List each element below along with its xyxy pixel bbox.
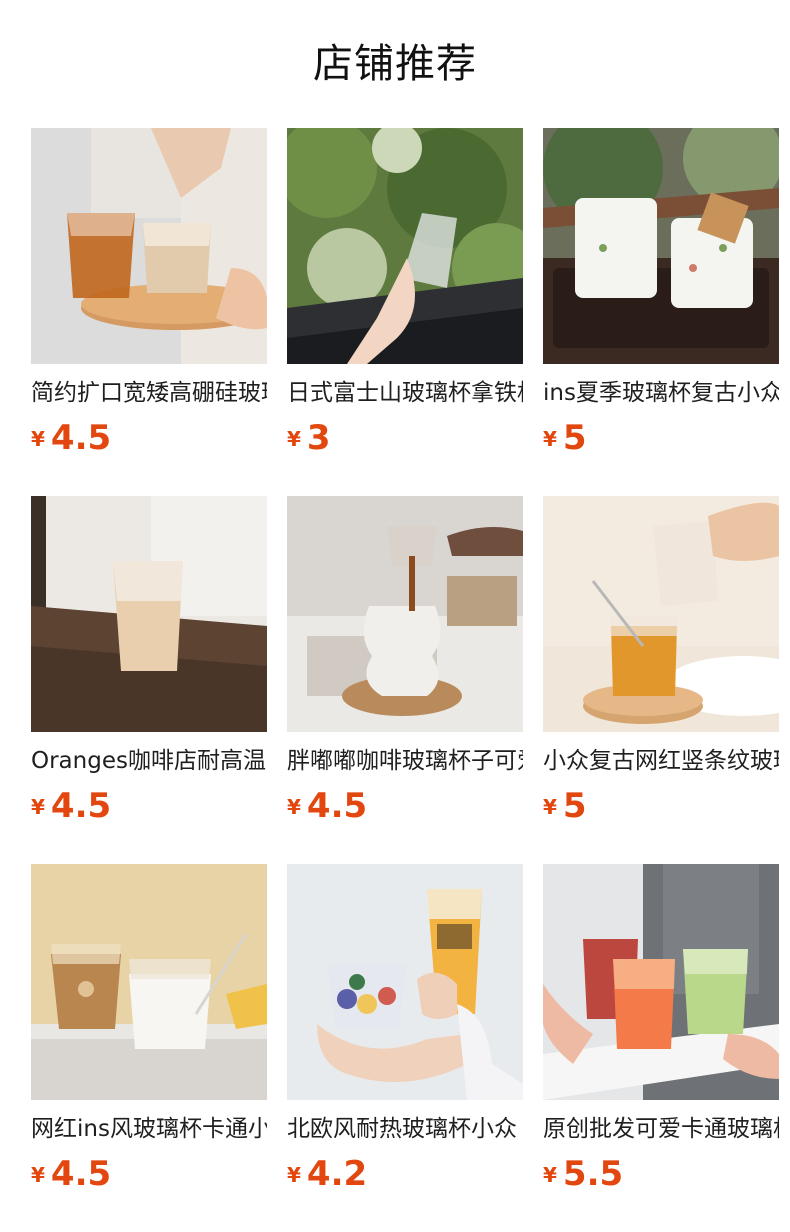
product-name: 简约扩口宽矮高硼硅玻璃杯 <box>31 380 267 406</box>
product-name: ins夏季玻璃杯复古小众 <box>543 380 779 406</box>
product-name: 原创批发可爱卡通玻璃杯 <box>543 1116 779 1142</box>
product-card[interactable]: 原创批发可爱卡通玻璃杯 ¥5.5 <box>543 864 779 1232</box>
page-title: 店铺推荐 <box>313 41 477 87</box>
price-amount: 4.5 <box>50 418 112 458</box>
currency-symbol: ¥ <box>287 427 301 451</box>
product-name: 小众复古网红竖条纹玻璃杯 <box>543 748 779 774</box>
price-amount: 4.5 <box>50 1154 112 1194</box>
product-card[interactable]: 网红ins风玻璃杯卡通小熊 ¥4.5 <box>31 864 267 1232</box>
product-card[interactable]: 简约扩口宽矮高硼硅玻璃杯 ¥4.5 <box>31 128 267 496</box>
product-image[interactable] <box>543 496 779 732</box>
currency-symbol: ¥ <box>31 427 45 451</box>
price-amount: 5 <box>562 786 587 826</box>
product-card[interactable]: Oranges咖啡店耐高温玻璃杯 ¥4.5 <box>31 496 267 864</box>
product-grid: 简约扩口宽矮高硼硅玻璃杯 ¥4.5 <box>31 128 779 1232</box>
product-price: ¥5.5 <box>543 1154 779 1194</box>
product-price: ¥3 <box>287 418 523 458</box>
product-price: ¥4.5 <box>31 418 267 458</box>
product-price: ¥4.2 <box>287 1154 523 1194</box>
product-card[interactable]: 胖嘟嘟咖啡玻璃杯子可爱 ¥4.5 <box>287 496 523 864</box>
product-image[interactable] <box>543 128 779 364</box>
product-image[interactable] <box>287 864 523 1100</box>
currency-symbol: ¥ <box>31 795 45 819</box>
product-name: 胖嘟嘟咖啡玻璃杯子可爱 <box>287 748 523 774</box>
price-amount: 4.2 <box>306 1154 368 1194</box>
product-name: Oranges咖啡店耐高温玻璃杯 <box>31 748 267 774</box>
price-amount: 5 <box>562 418 587 458</box>
product-card[interactable]: 小众复古网红竖条纹玻璃杯 ¥5 <box>543 496 779 864</box>
shop-recommendations-page: 店铺推荐 简约扩口宽矮高硼硅玻璃杯 <box>0 0 790 1232</box>
product-name: 北欧风耐热玻璃杯小众 <box>287 1116 517 1142</box>
currency-symbol: ¥ <box>543 795 557 819</box>
price-amount: 4.5 <box>50 786 112 826</box>
currency-symbol: ¥ <box>287 1163 301 1187</box>
product-card[interactable]: ins夏季玻璃杯复古小众 ¥5 <box>543 128 779 496</box>
product-image[interactable] <box>31 496 267 732</box>
currency-symbol: ¥ <box>287 795 301 819</box>
product-image[interactable] <box>287 496 523 732</box>
product-price: ¥4.5 <box>287 786 523 826</box>
product-image[interactable] <box>31 128 267 364</box>
product-price: ¥5 <box>543 418 779 458</box>
product-card[interactable]: 日式富士山玻璃杯拿铁杯 ¥3 <box>287 128 523 496</box>
currency-symbol: ¥ <box>543 1163 557 1187</box>
price-amount: 3 <box>306 418 331 458</box>
product-image[interactable] <box>31 864 267 1100</box>
product-image[interactable] <box>543 864 779 1100</box>
product-price: ¥5 <box>543 786 779 826</box>
currency-symbol: ¥ <box>543 427 557 451</box>
product-card[interactable]: 北欧风耐热玻璃杯小众 ¥4.2 <box>287 864 523 1232</box>
price-amount: 5.5 <box>562 1154 624 1194</box>
currency-symbol: ¥ <box>31 1163 45 1187</box>
product-name: 日式富士山玻璃杯拿铁杯 <box>287 380 523 406</box>
product-price: ¥4.5 <box>31 786 267 826</box>
product-image[interactable] <box>287 128 523 364</box>
product-price: ¥4.5 <box>31 1154 267 1194</box>
price-amount: 4.5 <box>306 786 368 826</box>
product-name: 网红ins风玻璃杯卡通小熊 <box>31 1116 267 1142</box>
